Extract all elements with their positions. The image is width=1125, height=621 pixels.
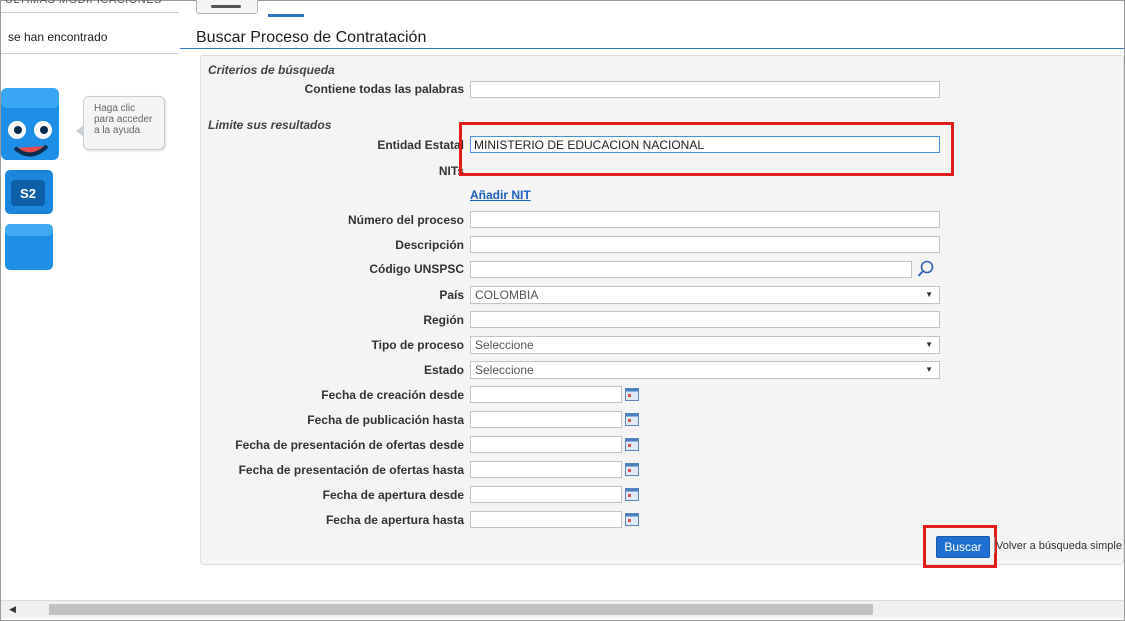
opening-until-date-input[interactable]	[470, 511, 622, 528]
criteria-section-title: Criterios de búsqueda	[208, 63, 335, 77]
all-words-label: Contiene todas las palabras	[304, 82, 464, 96]
title-rule	[180, 48, 1124, 49]
country-label: País	[439, 288, 464, 302]
description-label: Descripción	[395, 238, 464, 252]
chevron-down-icon: ▼	[925, 365, 933, 374]
search-button-highlight-box	[923, 525, 997, 568]
status-label: Estado	[423, 363, 464, 377]
help-bubble-line: para acceder	[94, 114, 153, 125]
calendar-icon[interactable]	[625, 387, 639, 401]
help-mascot-icon[interactable]: S2	[1, 88, 71, 273]
help-bubble-line: Haga clic	[94, 103, 136, 114]
status-select-value: Seleccione	[475, 363, 534, 377]
horizontal-scrollbar[interactable]: ◀	[1, 600, 1124, 618]
divider	[994, 537, 995, 553]
chevron-down-icon: ▼	[925, 290, 933, 299]
country-select[interactable]: COLOMBIA ▼	[470, 286, 940, 304]
scrollbar-thumb[interactable]	[49, 604, 873, 615]
bubble-tail	[76, 125, 84, 137]
magnifier-search-icon[interactable]	[917, 260, 935, 278]
unspsc-input[interactable]	[470, 261, 912, 278]
offers-until-date-input[interactable]	[470, 461, 622, 478]
page-title: Buscar Proceso de Contratación	[196, 29, 427, 46]
back-to-simple-search-link[interactable]: Volver a búsqueda simple	[996, 540, 1122, 552]
calendar-icon[interactable]	[625, 512, 639, 526]
offers-from-label: Fecha de presentación de ofertas desde	[235, 438, 464, 452]
chevron-down-icon: ▼	[925, 340, 933, 349]
calendar-icon[interactable]	[625, 487, 639, 501]
divider	[1, 12, 179, 13]
status-select[interactable]: Seleccione ▼	[470, 361, 940, 379]
created-from-label: Fecha de creación desde	[321, 388, 464, 402]
active-tab-indicator	[268, 14, 304, 17]
offers-until-label: Fecha de presentación de ofertas hasta	[238, 463, 464, 477]
calendar-icon[interactable]	[625, 412, 639, 426]
region-label: Región	[423, 313, 464, 327]
published-until-date-input[interactable]	[470, 411, 622, 428]
process-type-label: Tipo de proceso	[371, 338, 464, 352]
opening-from-label: Fecha de apertura desde	[322, 488, 464, 502]
process-number-label: Número del proceso	[347, 213, 464, 227]
help-bubble-line: a la ayuda	[94, 125, 141, 136]
recent-changes-header: ÚLTIMAS MODIFICACIONES	[5, 0, 162, 6]
description-input[interactable]	[470, 236, 940, 253]
process-type-select[interactable]: Seleccione ▼	[470, 336, 940, 354]
opening-until-label: Fecha de apertura hasta	[325, 513, 464, 527]
region-input[interactable]	[470, 311, 940, 328]
button-glyph	[211, 5, 241, 8]
top-toolbar-button[interactable]	[196, 0, 258, 14]
help-bubble[interactable]: Haga clic para acceder a la ayuda	[76, 96, 165, 150]
divider	[1, 53, 179, 54]
process-type-select-value: Seleccione	[475, 338, 534, 352]
unspsc-label: Código UNSPSC	[369, 262, 464, 276]
calendar-icon[interactable]	[625, 437, 639, 451]
calendar-icon[interactable]	[625, 462, 639, 476]
created-from-date-input[interactable]	[470, 386, 622, 403]
limits-section-title: Limite sus resultados	[208, 118, 332, 132]
add-nit-link[interactable]: Añadir NIT	[470, 188, 531, 202]
all-words-input[interactable]	[470, 81, 940, 98]
opening-from-date-input[interactable]	[470, 486, 622, 503]
published-until-label: Fecha de publicación hasta	[307, 413, 464, 427]
no-results-text: se han encontrado	[8, 30, 108, 44]
entity-highlight-box	[459, 122, 954, 176]
mascot-badge-text: S2	[20, 186, 36, 201]
scroll-left-arrow-icon[interactable]: ◀	[9, 604, 16, 615]
entity-label: Entidad Estatal	[377, 138, 464, 152]
country-select-value: COLOMBIA	[475, 288, 539, 302]
process-number-input[interactable]	[470, 211, 940, 228]
offers-from-date-input[interactable]	[470, 436, 622, 453]
left-panel: ÚLTIMAS MODIFICACIONES se han encontrado…	[1, 0, 179, 600]
